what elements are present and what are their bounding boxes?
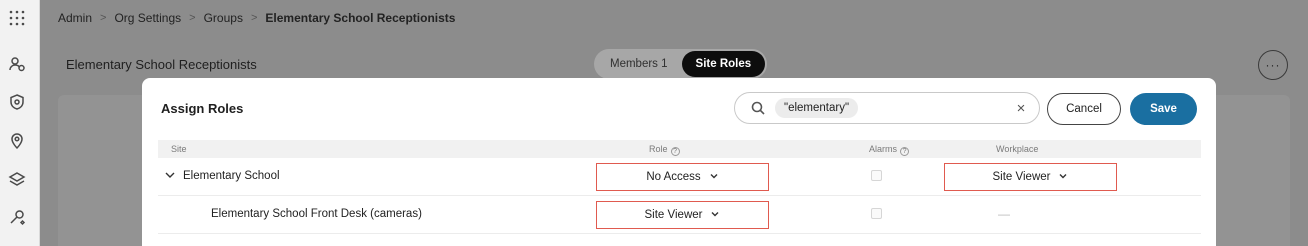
chevron-down-icon (710, 209, 720, 222)
chevron-down-icon[interactable] (164, 169, 176, 181)
group-tabs: Members 1 Site Roles (594, 49, 768, 79)
help-icon[interactable]: ? (670, 147, 680, 156)
role-dropdown[interactable]: Site Viewer (596, 201, 769, 229)
save-button[interactable]: Save (1130, 93, 1197, 125)
column-role-label: Role (649, 144, 668, 154)
column-alarms-label: Alarms (869, 144, 898, 154)
breadcrumb: Admin > Org Settings > Groups > Elementa… (58, 11, 455, 25)
breadcrumb-groups[interactable]: Groups (204, 11, 243, 25)
breadcrumb-org-settings[interactable]: Org Settings (114, 11, 181, 25)
group-title: Elementary School Receptionists (66, 57, 257, 72)
column-alarms: Alarms? (869, 144, 910, 156)
search-icon (751, 101, 765, 115)
modal-title: Assign Roles (161, 101, 244, 116)
role-value: Site Viewer (644, 209, 703, 221)
shield-icon[interactable] (7, 92, 27, 112)
column-role: Role? (649, 144, 680, 156)
apps-grid-icon[interactable] (7, 8, 27, 28)
workplace-empty: — (998, 207, 1010, 221)
workplace-value: Site Viewer (992, 171, 1051, 183)
role-value: No Access (646, 171, 701, 183)
layers-icon[interactable] (7, 169, 27, 189)
breadcrumb-current: Elementary School Receptionists (265, 11, 456, 25)
alarms-checkbox[interactable] (871, 208, 882, 219)
table-row: Elementary School Front Desk (cameras) S… (158, 196, 1201, 234)
site-name: Elementary School Front Desk (cameras) (211, 208, 422, 220)
location-pin-icon[interactable] (7, 131, 27, 151)
site-name: Elementary School (183, 170, 280, 182)
cancel-button[interactable]: Cancel (1047, 93, 1121, 125)
table-header: Site Role? Alarms? Workplace (158, 140, 1201, 158)
people-settings-icon[interactable] (7, 54, 27, 74)
assign-roles-modal: Assign Roles "elementary" × Cancel Save … (142, 78, 1216, 246)
left-rail (0, 0, 40, 246)
column-site: Site (171, 144, 187, 154)
tab-members[interactable]: Members 1 (596, 51, 682, 77)
search-input[interactable]: "elementary" × (734, 92, 1040, 124)
more-options-button[interactable]: ··· (1258, 50, 1288, 80)
breadcrumb-admin[interactable]: Admin (58, 11, 92, 25)
clear-search-icon[interactable]: × (1013, 100, 1029, 117)
breadcrumb-separator-icon: > (250, 12, 258, 24)
role-dropdown[interactable]: No Access (596, 163, 769, 191)
workplace-dropdown[interactable]: Site Viewer (944, 163, 1117, 191)
chevron-down-icon (709, 171, 719, 184)
search-filter-chip[interactable]: "elementary" (775, 98, 859, 118)
table-row: Elementary School No Access Site Viewer (158, 158, 1201, 196)
breadcrumb-separator-icon: > (100, 12, 107, 24)
alarms-checkbox[interactable] (871, 170, 882, 181)
chevron-down-icon (1058, 171, 1068, 184)
breadcrumb-separator-icon: > (189, 12, 196, 24)
wrench-gear-icon[interactable] (7, 207, 27, 227)
column-workplace: Workplace (996, 144, 1039, 154)
help-icon[interactable]: ? (900, 147, 910, 156)
tab-site-roles[interactable]: Site Roles (681, 51, 766, 77)
